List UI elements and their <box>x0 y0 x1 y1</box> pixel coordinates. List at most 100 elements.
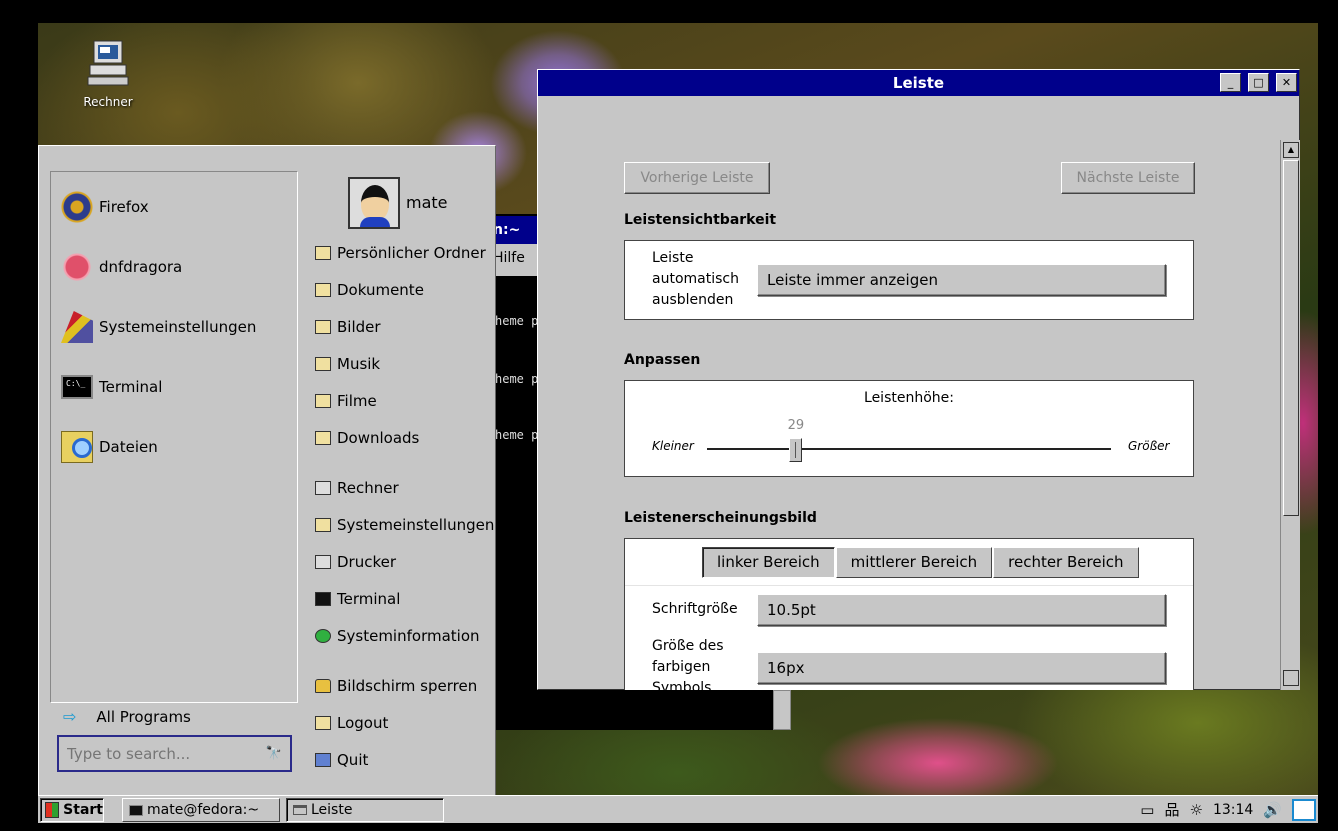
maximize-button[interactable]: □ <box>1248 73 1269 92</box>
all-programs-label: All Programs <box>96 707 191 726</box>
system-printer[interactable]: Drucker <box>315 551 396 573</box>
previous-panel-button[interactable]: Vorherige Leiste <box>624 162 770 194</box>
favorite-label: dnfdragora <box>99 258 183 276</box>
icon-size-combo[interactable]: 16px <box>757 652 1166 684</box>
terminal-icon <box>61 375 93 399</box>
system-settings[interactable]: Systemeinstellungen <box>315 514 494 536</box>
place-label: Musik <box>337 355 381 373</box>
music-folder-icon <box>315 357 331 371</box>
session-logout[interactable]: Logout <box>315 712 388 734</box>
lock-icon <box>315 679 331 693</box>
task-leiste[interactable]: Leiste <box>286 798 444 822</box>
area-tabs: linker Bereich mittlerer Bereich rechter… <box>702 547 1140 578</box>
terminal-icon <box>315 592 331 606</box>
start-label: Start <box>63 802 103 818</box>
avatar[interactable] <box>348 177 400 229</box>
place-home[interactable]: Persönlicher Ordner <box>315 242 486 264</box>
panel-preferences-window: Leiste _ □ ✕ ▲ Vorherige Leiste Nächste … <box>537 69 1300 690</box>
firefox-icon <box>61 191 93 223</box>
session-quit[interactable]: Quit <box>315 749 368 771</box>
system-label: Terminal <box>337 590 401 608</box>
minimize-button[interactable]: _ <box>1220 73 1241 92</box>
tab-left-area[interactable]: linker Bereich <box>702 547 835 578</box>
place-downloads[interactable]: Downloads <box>315 427 419 449</box>
search-input[interactable] <box>67 744 257 763</box>
height-slider-track[interactable] <box>707 448 1111 450</box>
place-label: Dokumente <box>337 281 424 299</box>
search-box[interactable]: 🔭 <box>57 735 292 772</box>
system-computer[interactable]: Rechner <box>315 477 399 499</box>
system-tray: ▭ 品 ☼ 13:14 🔊 <box>1140 796 1316 823</box>
window-scrollbar[interactable]: ▲ <box>1280 140 1300 690</box>
place-label: Downloads <box>337 429 420 447</box>
next-panel-button[interactable]: Nächste Leiste <box>1061 162 1195 194</box>
slider-value: 29 <box>787 418 805 433</box>
height-label: Leistenhöhe: <box>864 390 954 406</box>
tab-center-area[interactable]: mittlerer Bereich <box>835 547 993 578</box>
display-icon[interactable]: ▭ <box>1140 801 1154 819</box>
taskbar: Start mate@fedora:~ Leiste ▭ 品 ☼ 13:14 🔊 <box>38 795 1318 823</box>
favorite-dateien[interactable]: Dateien <box>61 430 158 464</box>
system-label: Systemeinstellungen <box>337 516 495 534</box>
network-icon[interactable]: 品 <box>1164 799 1179 820</box>
place-music[interactable]: Musik <box>315 353 380 375</box>
desktop-icon-rechner[interactable]: Rechner <box>76 39 140 109</box>
appearance-box: linker Bereich mittlerer Bereich rechter… <box>624 538 1194 690</box>
tab-right-area[interactable]: rechter Bereich <box>993 547 1139 578</box>
session-label: Quit <box>337 751 369 769</box>
task-terminal[interactable]: mate@fedora:~ <box>122 798 280 822</box>
computer-icon <box>315 481 331 495</box>
place-pictures[interactable]: Bilder <box>315 316 381 338</box>
icon-size-label-line: farbigen <box>652 659 711 675</box>
system-label: Systeminformation <box>337 627 480 645</box>
all-programs-button[interactable]: ⇨ All Programs <box>63 707 191 726</box>
username: mate <box>406 193 448 212</box>
scroll-thumb[interactable] <box>1283 160 1299 516</box>
favorite-systemeinstellungen[interactable]: Systemeinstellungen <box>61 310 256 344</box>
scroll-up-arrow-icon[interactable]: ▲ <box>1283 142 1299 158</box>
task-label: mate@fedora:~ <box>147 802 260 818</box>
clock[interactable]: 13:14 <box>1213 802 1253 818</box>
binoculars-icon[interactable]: 🔭 <box>266 746 282 761</box>
terminal-scrollbar[interactable] <box>773 690 791 730</box>
place-label: Persönlicher Ordner <box>337 244 486 262</box>
autohide-label-line: automatisch <box>652 271 739 287</box>
system-label: Drucker <box>337 553 397 571</box>
place-documents[interactable]: Dokumente <box>315 279 424 301</box>
system-terminal[interactable]: Terminal <box>315 588 400 610</box>
window-icon <box>293 805 307 815</box>
visibility-combo[interactable]: Leiste immer anzeigen <box>757 264 1166 296</box>
place-videos[interactable]: Filme <box>315 390 377 412</box>
slider-max-label: Größer <box>1128 439 1170 453</box>
terminal-line: heme p <box>495 428 539 442</box>
volume-icon[interactable]: 🔊 <box>1263 801 1282 819</box>
videos-folder-icon <box>315 394 331 408</box>
session-label: Bildschirm sperren <box>337 677 478 695</box>
start-logo-icon <box>45 802 60 818</box>
session-lock[interactable]: Bildschirm sperren <box>315 675 477 697</box>
system-info[interactable]: Systeminformation <box>315 625 480 647</box>
favorite-firefox[interactable]: Firefox <box>61 190 149 224</box>
icon-size-label-line: Größe des <box>652 638 724 654</box>
scroll-down-arrow-icon[interactable] <box>1283 670 1299 686</box>
close-button[interactable]: ✕ <box>1276 73 1297 92</box>
session-label: Logout <box>337 714 389 732</box>
terminal-line: heme p <box>495 314 539 328</box>
system-label: Rechner <box>337 479 399 497</box>
height-slider-thumb[interactable] <box>789 438 803 462</box>
arrow-right-icon: ⇨ <box>63 707 77 726</box>
computer-icon <box>87 40 129 86</box>
favorite-terminal[interactable]: Terminal <box>61 370 162 404</box>
favorite-dnfdragora[interactable]: dnfdragora <box>61 250 182 284</box>
favorite-label: Terminal <box>99 378 163 396</box>
icon-size-label: Größe des farbigen Symbols <box>652 636 724 690</box>
desktop-icon-label: Rechner <box>83 95 133 109</box>
font-size-combo[interactable]: 10.5pt <box>757 594 1166 626</box>
favorite-label: Systemeinstellungen <box>99 318 257 336</box>
quit-icon <box>315 753 331 767</box>
avatar-body <box>360 217 390 227</box>
documents-folder-icon <box>315 283 331 297</box>
brightness-icon[interactable]: ☼ <box>1190 801 1203 819</box>
notes-icon[interactable] <box>1292 798 1316 821</box>
start-button[interactable]: Start <box>40 798 104 822</box>
